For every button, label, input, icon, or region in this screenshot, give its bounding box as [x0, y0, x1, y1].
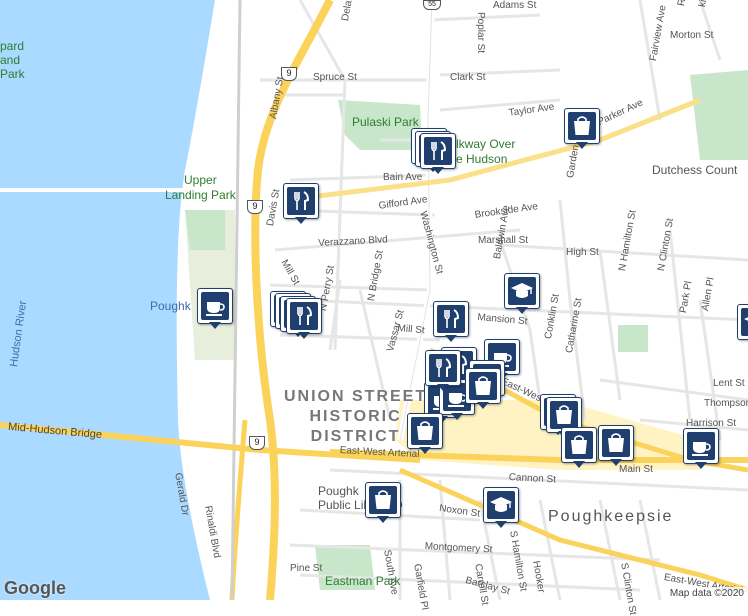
restaurant-icon	[436, 358, 452, 377]
shopping-pin[interactable]	[564, 108, 600, 149]
park-east	[690, 70, 748, 160]
restaurant-icon	[294, 191, 310, 210]
school-pin[interactable]	[737, 304, 748, 344]
school-pin[interactable]	[483, 487, 519, 528]
street-label: Mill St	[397, 323, 426, 337]
restaurant-icon	[297, 306, 313, 325]
pulaski-park-label[interactable]: Pulaski Park	[352, 115, 419, 129]
route-9-shield-2: 9	[247, 200, 263, 214]
street-label: High St	[566, 247, 599, 258]
restaurant-pin[interactable]	[425, 350, 461, 391]
restaurant-pin[interactable]	[283, 183, 319, 224]
shopping-icon	[417, 421, 433, 440]
shopping-pin[interactable]	[465, 368, 501, 409]
street-label: Spruce St	[313, 72, 357, 83]
shopping-pin[interactable]	[561, 427, 597, 468]
school-icon	[744, 317, 748, 321]
restaurant-pin[interactable]	[420, 133, 456, 174]
school-icon	[511, 283, 533, 298]
historic-district-label: UNION STREET HISTORIC DISTRICT	[284, 388, 428, 445]
school-pin[interactable]	[504, 273, 540, 314]
walkway-label[interactable]: lkway Over e Hudson	[456, 137, 515, 167]
street-label: Lent St	[713, 378, 745, 389]
cafe-icon	[692, 442, 711, 456]
restaurant-icon	[431, 141, 447, 160]
cafe-pin[interactable]	[197, 288, 233, 329]
shopping-icon	[574, 116, 590, 135]
dutchess-label[interactable]: Dutchess Count	[652, 163, 737, 177]
shopping-icon	[556, 405, 572, 424]
cafe-icon	[206, 302, 225, 316]
shopping-icon	[571, 435, 587, 454]
upper-landing-area	[185, 210, 225, 250]
park-grid	[618, 325, 648, 352]
route-55-shield: 55	[423, 0, 441, 10]
school-icon	[490, 497, 512, 512]
restaurant-icon	[444, 309, 460, 328]
library-label[interactable]: Poughk	[318, 484, 359, 498]
restaurant-pin[interactable]	[286, 298, 322, 339]
station-label[interactable]: Poughk	[150, 299, 191, 313]
shopping-icon	[375, 490, 391, 509]
shopping-pin[interactable]	[365, 482, 401, 523]
google-logo: Google	[4, 578, 66, 598]
map-attribution[interactable]: Map data ©2020	[665, 587, 748, 600]
shopping-icon	[475, 376, 491, 395]
street-label: Thompson St	[704, 398, 748, 409]
park-left-label: pard and Park	[0, 39, 25, 81]
street-label: Bain Ave	[383, 172, 423, 183]
street-label: Clark St	[450, 72, 486, 83]
shopping-icon	[608, 433, 624, 452]
shopping-pin[interactable]	[407, 413, 443, 454]
upper-landing-park-label[interactable]: Upper Landing Park	[165, 173, 236, 203]
street-label: Adams St	[493, 0, 537, 11]
route-9-shield-3: 9	[249, 436, 265, 450]
street-label: Pine St	[290, 563, 323, 574]
city-label: Poughkeepsie	[548, 508, 674, 525]
street-label: Main St	[619, 464, 653, 475]
street-label: Poplar St	[475, 12, 486, 54]
shopping-pin[interactable]	[598, 425, 634, 466]
street-label: Morton St	[670, 30, 714, 41]
restaurant-pin[interactable]	[433, 301, 469, 342]
cafe-pin[interactable]	[683, 428, 719, 469]
